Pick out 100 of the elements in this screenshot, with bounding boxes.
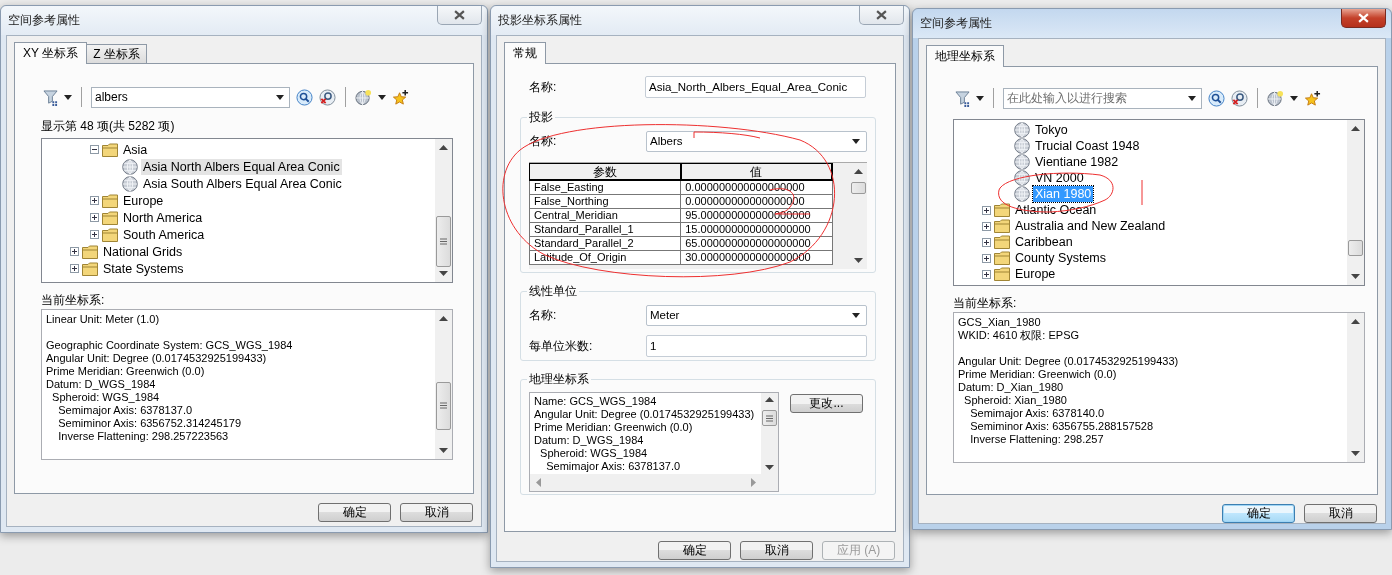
column-header[interactable]: 值 (680, 163, 832, 180)
caret-icon[interactable] (1290, 95, 1298, 101)
tree-item[interactable]: VN 2000 (1033, 170, 1086, 186)
search-field[interactable]: 在此处输入以进行搜索 (1003, 87, 1202, 109)
caret-icon[interactable] (1188, 95, 1196, 101)
tree-item[interactable]: National Grids (101, 243, 185, 260)
tree-item[interactable]: Trucial Coast 1948 (1033, 138, 1142, 154)
scroll-up-icon[interactable] (1351, 126, 1360, 131)
scroll-thumb[interactable] (762, 410, 777, 426)
expand-toggle[interactable] (69, 264, 79, 273)
globe-icon[interactable] (355, 88, 372, 106)
tree-item[interactable]: Caribbean (1013, 234, 1075, 250)
dialog-button[interactable]: 取消 (740, 541, 813, 560)
scroll-down-icon[interactable] (439, 448, 448, 453)
expand-toggle[interactable] (69, 247, 79, 256)
search-button[interactable] (1208, 89, 1225, 107)
search-field[interactable]: albers (91, 86, 290, 108)
scroll-up-icon[interactable] (439, 316, 448, 321)
caret-icon[interactable] (852, 138, 860, 144)
search-button[interactable] (296, 88, 313, 106)
expand-toggle[interactable] (981, 205, 991, 215)
tree-item[interactable]: Asia (121, 141, 150, 158)
dialog-button[interactable]: 确定 (658, 541, 731, 560)
filter-icon[interactable] (43, 88, 58, 106)
table-cell[interactable]: 15.000000000000000000 (680, 222, 832, 237)
scrollbar[interactable] (1347, 120, 1364, 285)
scroll-up-icon[interactable] (765, 397, 774, 402)
scroll-thumb[interactable] (436, 382, 451, 430)
add-favorite-icon[interactable] (392, 88, 409, 106)
globe-icon[interactable] (1267, 89, 1284, 107)
expand-toggle[interactable] (89, 230, 99, 239)
add-favorite-icon[interactable] (1304, 89, 1321, 107)
tree-item[interactable]: Atlantic Ocean (1013, 202, 1099, 218)
table-cell[interactable]: 0.000000000000000000 (680, 194, 832, 209)
tree-item[interactable]: Australia and New Zealand (1013, 218, 1168, 234)
expand-toggle[interactable] (981, 237, 991, 247)
scroll-down-icon[interactable] (854, 258, 863, 263)
table-cell[interactable]: 65.000000000000000000 (680, 236, 832, 251)
scroll-thumb[interactable] (851, 181, 866, 194)
scroll-thumb[interactable] (1348, 240, 1363, 257)
tree-item[interactable]: North America (121, 209, 205, 226)
table-cell[interactable]: Central_Meridian (529, 208, 681, 223)
filter-icon[interactable] (955, 89, 970, 107)
scroll-down-icon[interactable] (439, 271, 448, 276)
tab[interactable]: Z 坐标系 (86, 44, 147, 63)
caret-icon[interactable] (64, 94, 72, 100)
unit-dropdown[interactable]: Meter (646, 304, 867, 326)
table-cell[interactable]: False_Northing (529, 194, 681, 209)
expand-toggle[interactable] (89, 213, 99, 222)
scroll-down-icon[interactable] (1351, 451, 1360, 456)
caret-icon[interactable] (976, 95, 984, 101)
table-cell[interactable]: 0.000000000000000000 (680, 180, 832, 195)
table-cell[interactable]: 30.000000000000000000 (680, 250, 832, 265)
tab[interactable]: XY 坐标系 (14, 42, 88, 64)
tree-item[interactable]: County Systems (1013, 250, 1108, 266)
dialog-button[interactable]: 确定 (1222, 504, 1295, 523)
close-button[interactable] (437, 6, 482, 25)
clear-search-button[interactable] (1231, 89, 1248, 107)
scroll-up-icon[interactable] (1351, 319, 1360, 324)
tree-item[interactable]: State Systems (101, 260, 186, 277)
expand-toggle[interactable] (89, 145, 99, 154)
expand-toggle[interactable] (981, 221, 991, 231)
scroll-down-icon[interactable] (765, 465, 774, 470)
close-button[interactable] (859, 6, 904, 25)
scrollbar[interactable] (435, 310, 452, 459)
dialog-button[interactable]: 取消 (400, 503, 473, 522)
change-button[interactable]: 更改... (790, 394, 863, 413)
table-cell[interactable]: Standard_Parallel_2 (529, 236, 681, 251)
tree-item[interactable]: Tokyo (1033, 122, 1070, 138)
column-header[interactable]: 参数 (529, 163, 681, 180)
scrollbar[interactable] (1347, 313, 1364, 462)
close-button[interactable] (1341, 9, 1386, 28)
caret-icon[interactable] (852, 312, 860, 318)
expand-toggle[interactable] (981, 253, 991, 263)
tree-item[interactable]: Europe (121, 192, 166, 209)
dialog-button[interactable]: 取消 (1304, 504, 1377, 523)
tree-item[interactable]: South America (121, 226, 207, 243)
tab[interactable]: 地理坐标系 (926, 45, 1004, 67)
tree-item[interactable]: Europe (1013, 266, 1058, 282)
grip-icon[interactable] (766, 414, 773, 422)
scroll-up-icon[interactable] (854, 169, 863, 174)
scroll-up-icon[interactable] (439, 145, 448, 150)
scroll-thumb[interactable] (436, 216, 451, 267)
scroll-down-icon[interactable] (1351, 274, 1360, 279)
meters-field[interactable]: 1 (646, 335, 867, 357)
tree-item[interactable]: Asia North Albers Equal Area Conic (141, 158, 342, 175)
clear-search-button[interactable] (319, 88, 336, 106)
grip-icon[interactable] (440, 402, 447, 410)
tab[interactable]: 常规 (504, 42, 546, 64)
tree-item[interactable]: Asia South Albers Equal Area Conic (141, 175, 344, 192)
scrollbar[interactable] (435, 139, 452, 282)
table-cell[interactable]: False_Easting (529, 180, 681, 195)
grip-icon[interactable] (440, 238, 447, 246)
table-cell[interactable]: 95.000000000000000000 (680, 208, 832, 223)
projection-dropdown[interactable]: Albers (646, 130, 867, 152)
caret-icon[interactable] (276, 94, 284, 100)
dialog-button[interactable]: 确定 (318, 503, 391, 522)
name-field[interactable]: Asia_North_Albers_Equal_Area_Conic (645, 76, 866, 98)
tree-item[interactable]: Vientiane 1982 (1033, 154, 1121, 170)
caret-icon[interactable] (378, 94, 386, 100)
